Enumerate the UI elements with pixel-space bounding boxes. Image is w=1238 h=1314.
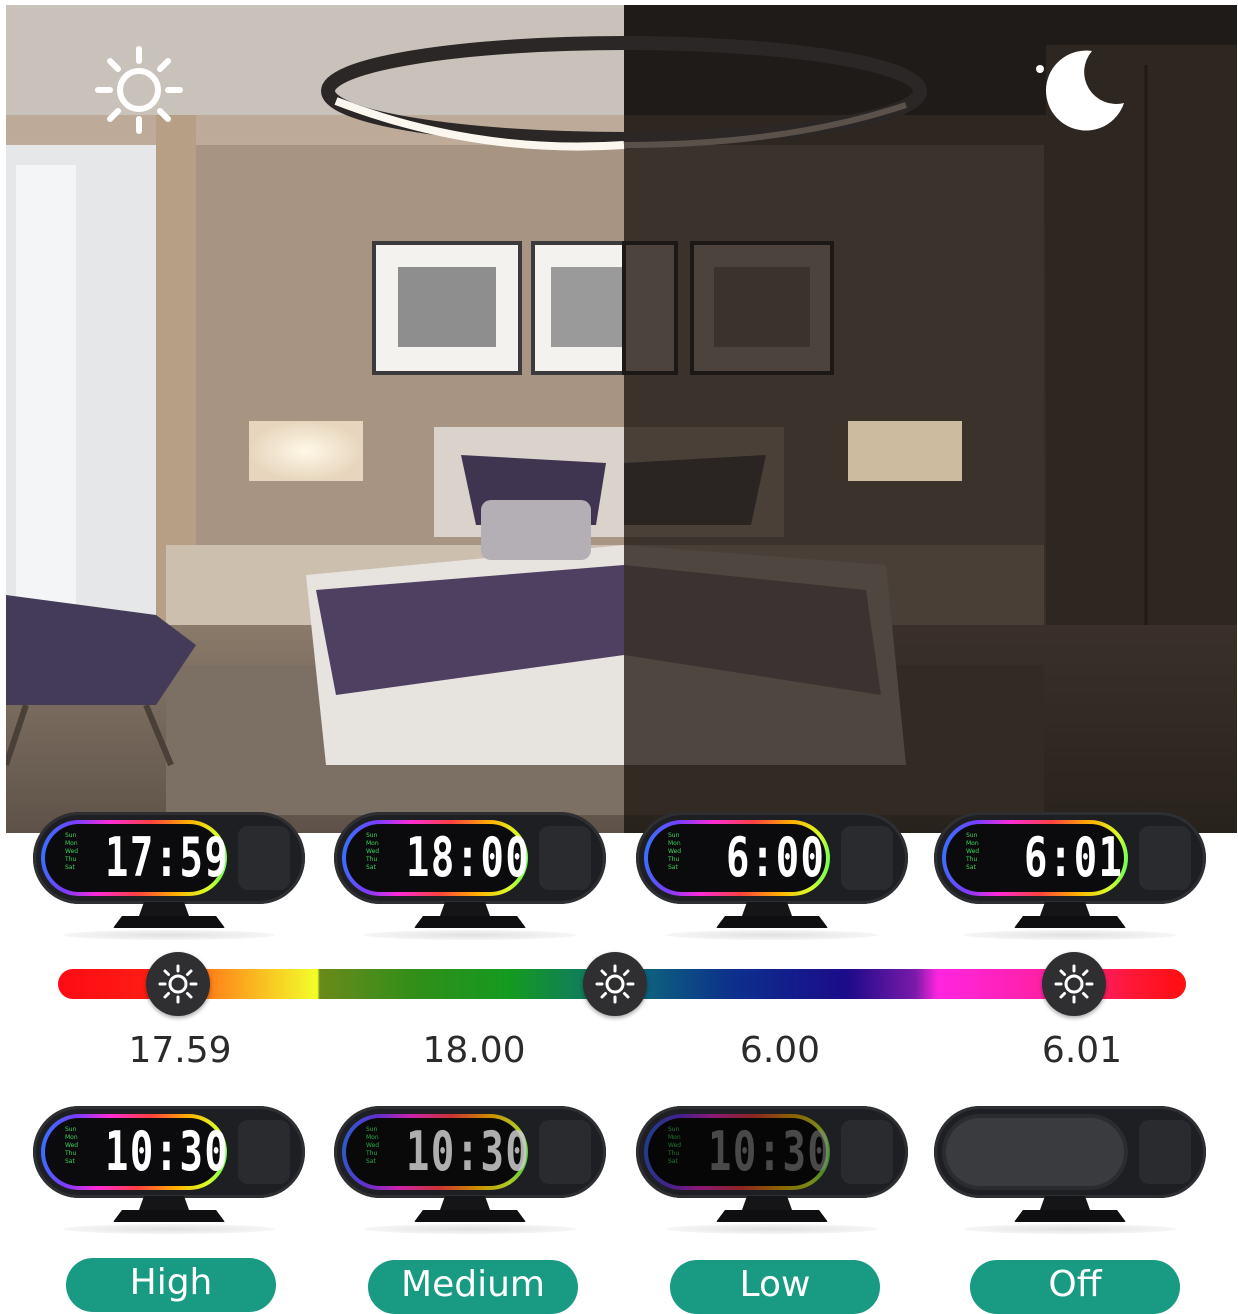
time-label-601: 6.01 [1041,1030,1123,1071]
moon-icon [1036,50,1124,131]
clock-time: 17:59 [105,826,230,889]
timeline-knob-2 [583,952,647,1016]
clock-time: 18:00 [406,826,531,889]
clock-time: 10:30 [708,1120,833,1183]
brightness-sun-icon [595,964,635,1004]
time-label-1759: 17.59 [128,1030,232,1071]
brightness-sun-icon [1054,964,1094,1004]
clock-brightness-off [934,1106,1206,1236]
clock-time: 6:00 [726,826,826,889]
clock-brightness-medium: Sun Mon Wed Thu Sat 10:30 [334,1106,606,1236]
bedroom-day-night-photo [6,5,1237,833]
clock-brightness-low: Sun Mon Wed Thu Sat 10:30 [636,1106,908,1236]
brightness-off-button[interactable]: Off [970,1260,1180,1314]
clock-time: 6:01 [1024,826,1124,889]
timeline-knob-1 [146,952,210,1016]
clock-display-600: Sun Mon Wed Thu Sat 6:00 [636,812,908,942]
clock-display-1759: Sun Mon Wed Thu Sat 17:59 [33,812,305,942]
brightness-high-button[interactable]: High [66,1258,276,1312]
brightness-low-button[interactable]: Low [670,1260,880,1314]
clock-time: 10:30 [105,1120,230,1183]
clock-display-1800: Sun Mon Wed Thu Sat 18:00 [334,812,606,942]
timeline-knob-3 [1042,952,1106,1016]
clock-display-601: Sun Mon Wed Thu Sat 6:01 [934,812,1206,942]
time-label-600: 6.00 [739,1030,821,1071]
brightness-sun-icon [158,964,198,1004]
clock-time: 10:30 [406,1120,531,1183]
sun-icon [95,46,183,134]
time-label-1800: 18.00 [422,1030,526,1071]
brightness-medium-button[interactable]: Medium [368,1260,578,1314]
clock-brightness-high: Sun Mon Wed Thu Sat 10:30 [33,1106,305,1236]
